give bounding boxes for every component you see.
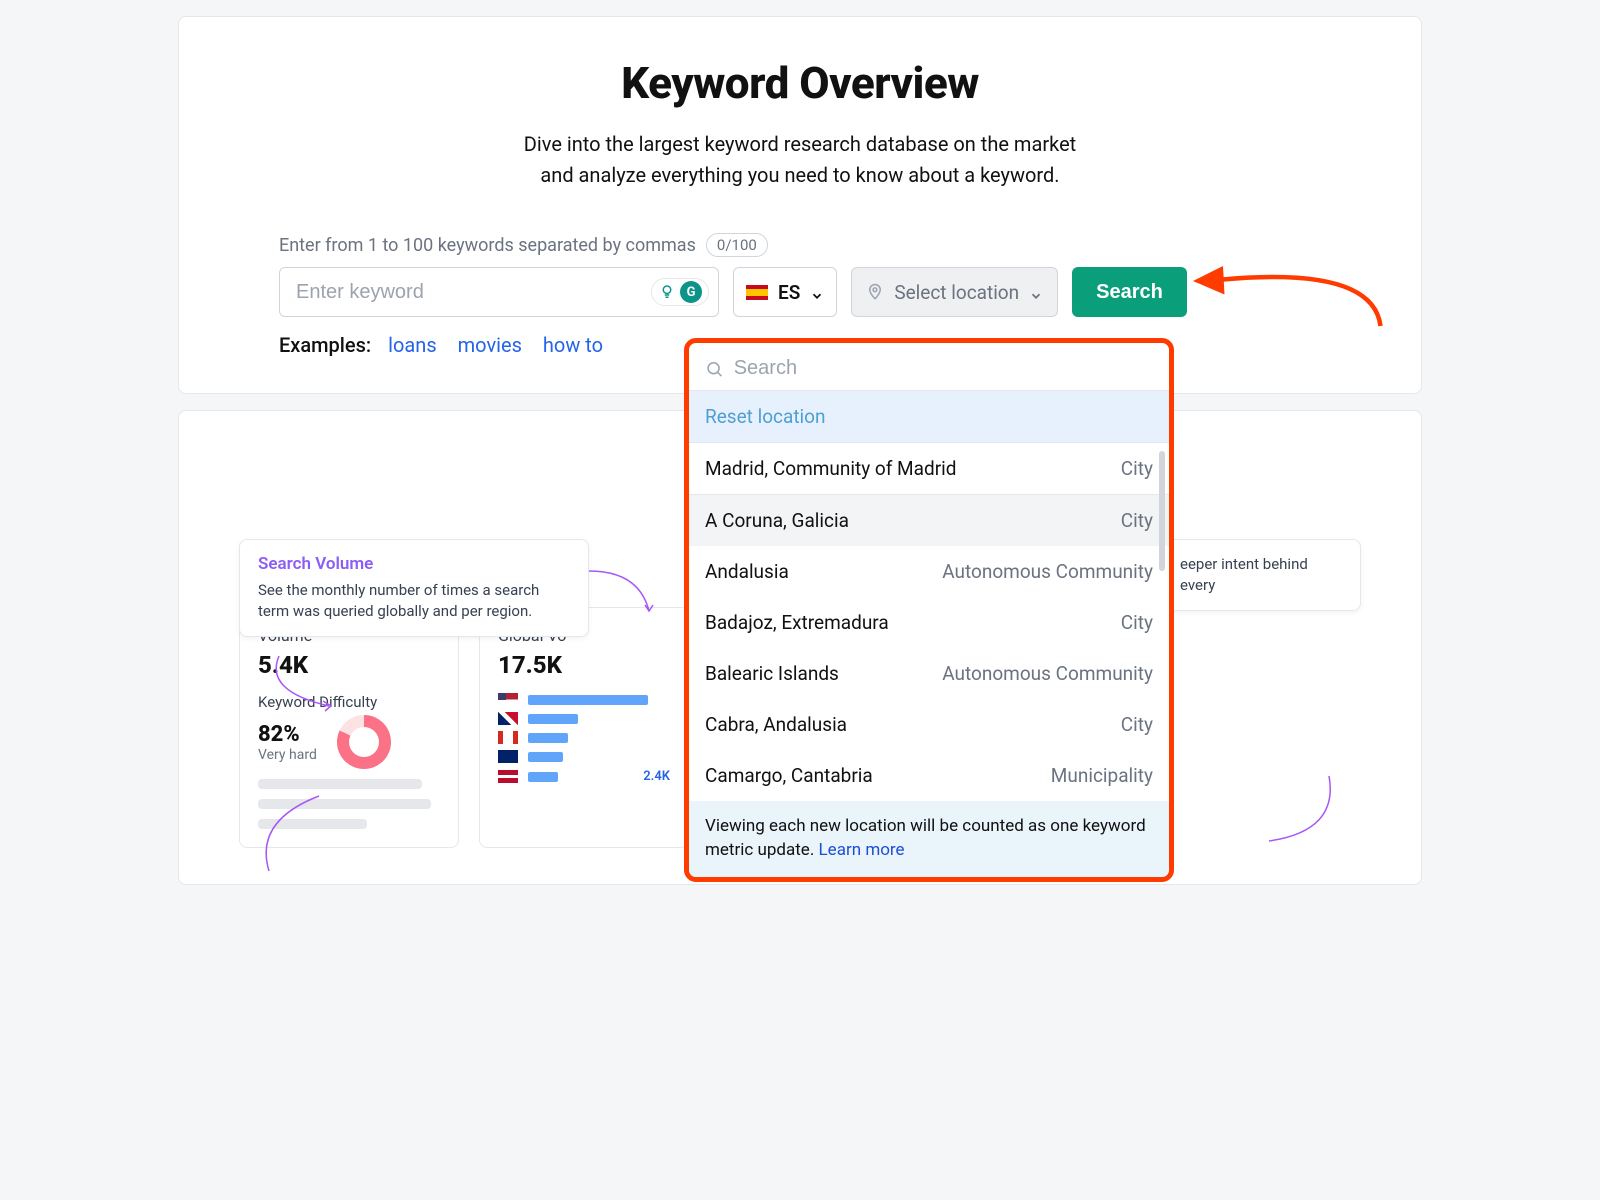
placeholder-line [258, 799, 431, 809]
flag-no-icon [498, 770, 518, 783]
flag-uk-icon [498, 712, 518, 725]
scrollbar[interactable] [1159, 451, 1165, 571]
location-dropdown: Reset location Madrid, Community of Madr… [684, 338, 1174, 882]
location-option[interactable]: AndalusiaAutonomous Community [689, 546, 1169, 597]
chevron-down-icon [810, 285, 824, 299]
flag-au-icon [498, 750, 518, 763]
location-pin-icon [866, 283, 884, 301]
lightbulb-icon [658, 283, 676, 301]
flag-us-icon [498, 693, 518, 706]
placeholder-line [258, 779, 422, 789]
chevron-down-icon [1029, 285, 1043, 299]
keyword-counter: 0/100 [706, 233, 768, 257]
reset-location-button[interactable]: Reset location [689, 391, 1169, 443]
search-icon [705, 359, 724, 379]
dropdown-search-input[interactable] [734, 357, 1153, 380]
dropdown-note: Viewing each new location will be counte… [689, 801, 1169, 877]
dropdown-search-row [689, 343, 1169, 391]
location-option[interactable]: Balearic IslandsAutonomous Community [689, 648, 1169, 699]
location-option[interactable]: Badajoz, ExtremaduraCity [689, 597, 1169, 648]
location-option[interactable]: Madrid, Community of MadridCity [689, 443, 1169, 495]
global-volume-card: Global Vo 17.5K 2.4K [479, 607, 689, 848]
placeholder-line [258, 819, 367, 829]
input-extension-badges[interactable]: G [651, 278, 709, 306]
location-option[interactable]: Cabra, AndalusiaCity [689, 699, 1169, 750]
search-button[interactable]: Search [1072, 267, 1187, 317]
example-link[interactable]: how to [543, 333, 603, 357]
difficulty-donut-icon [337, 715, 391, 769]
database-select[interactable]: ES [733, 267, 837, 317]
page-subtitle: Dive into the largest keyword research d… [279, 129, 1321, 191]
location-list[interactable]: Madrid, Community of MadridCityA Coruna,… [689, 443, 1169, 801]
keyword-input-wrap: G [279, 267, 719, 317]
location-option[interactable]: A Coruna, GaliciaCity [689, 495, 1169, 546]
search-volume-callout: Search Volume See the monthly number of … [239, 539, 589, 637]
flag-es-icon [746, 285, 768, 300]
location-option[interactable]: Camargo, CantabriaMunicipality [689, 750, 1169, 801]
volume-metric-card: Volume 5.4K Keyword Difficulty 82% Very … [239, 607, 459, 848]
learn-more-link[interactable]: Learn more [819, 840, 905, 860]
page-title: Keyword Overview [279, 57, 1321, 109]
example-link[interactable]: loans [388, 333, 437, 357]
search-row: G ES Select location Search [279, 267, 1321, 317]
intent-callout: eeper intent behind every [1161, 539, 1361, 611]
example-link[interactable]: movies [458, 333, 522, 357]
input-help-text: Enter from 1 to 100 keywords separated b… [279, 233, 1321, 257]
location-select[interactable]: Select location [851, 267, 1058, 317]
grammarly-icon: G [680, 281, 702, 303]
flag-ca-icon [498, 731, 518, 744]
